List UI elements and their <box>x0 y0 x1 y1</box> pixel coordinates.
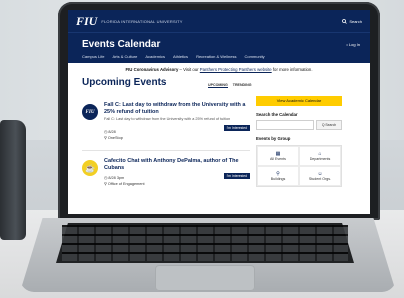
university-name: FLORIDA INTERNATIONAL UNIVERSITY <box>101 18 183 24</box>
top-bar: FIU FLORIDA INTERNATIONAL UNIVERSITY Sea… <box>68 10 370 32</box>
group-heading: Events by Group <box>256 136 291 141</box>
interested-button[interactable]: I'm Interested <box>223 173 250 179</box>
event-title[interactable]: Cafecito Chat with Anthony DePalma, auth… <box>104 158 250 171</box>
calendar-search-input[interactable] <box>256 120 314 130</box>
nav-item-arts-culture[interactable]: Arts & Culture <box>112 54 137 59</box>
page-title: Events Calendar <box>82 39 161 50</box>
event-item[interactable]: ☕ Cafecito Chat with Anthony DePalma, au… <box>82 158 250 198</box>
nav-item-athletics[interactable]: Athletics <box>173 54 188 59</box>
coffee-icon: ☕ <box>82 160 98 176</box>
group-label: All Events <box>270 157 286 161</box>
tab-upcoming[interactable]: UPCOMING <box>208 83 228 88</box>
nav-item-academics[interactable]: Academics <box>145 54 165 59</box>
group-buildings[interactable]: ⚲ Buildings <box>257 166 299 186</box>
lock-icon: • <box>346 42 348 47</box>
nav-item-community[interactable]: Community <box>244 54 264 59</box>
sidebar: View Academic Calendar Search the Calend… <box>256 96 342 187</box>
login-link[interactable]: • Log In <box>346 42 360 47</box>
main-content: Upcoming Events UPCOMING TRENDING <box>68 77 370 88</box>
nav-item-recreation-wellness[interactable]: Recreation & Wellness <box>196 54 236 59</box>
interested-button[interactable]: I'm Interested <box>223 125 250 131</box>
group-all-events[interactable]: ▦ All Events <box>257 146 299 166</box>
event-location-text: Office of Engagement <box>107 182 145 186</box>
event-date-text: 8/28 <box>108 130 116 134</box>
hero-banner: Events Calendar • Log In Campus Life Art… <box>68 32 370 63</box>
event-date: ◷ 8/28 3pm <box>104 175 124 180</box>
event-subtitle: Fall C: Last day to withdraw from the Un… <box>104 117 231 121</box>
search-heading: Search the Calendar <box>256 112 298 117</box>
divider <box>82 150 250 151</box>
event-location: ⚲ Office of Engagement <box>104 181 145 186</box>
advisory-link[interactable]: Panthers Protecting Panthers website <box>200 67 272 72</box>
keyboard-keys <box>62 225 348 261</box>
header-search-label: Search <box>349 18 362 24</box>
trackpad <box>155 265 255 291</box>
fiu-event-icon: FIU <box>82 104 98 120</box>
event-location: ⚲ OneStop <box>104 135 123 140</box>
nav-item-campus-life[interactable]: Campus Life <box>82 54 104 59</box>
header-search[interactable]: Search <box>342 19 362 24</box>
advisory-tail: for more information. <box>271 67 313 72</box>
event-item[interactable]: FIU Fall C: Last day to withdraw from th… <box>82 102 250 152</box>
event-location-text: OneStop <box>107 136 123 140</box>
view-academic-calendar-button[interactable]: View Academic Calendar <box>256 96 342 106</box>
login-label: Log In <box>348 42 360 47</box>
group-label: Departments <box>309 157 331 161</box>
tab-trending[interactable]: TRENDING <box>233 83 252 88</box>
group-label: Buildings <box>270 177 286 181</box>
group-student-orgs[interactable]: ☺ Student Orgs. <box>299 166 341 186</box>
event-title[interactable]: Fall C: Last day to withdraw from the Un… <box>104 102 250 115</box>
search-icon <box>342 18 348 24</box>
fiu-logo[interactable]: FIU <box>76 14 97 29</box>
event-date-text: 8/28 3pm <box>108 176 125 180</box>
coronavirus-advisory: FIU Coronavirus Advisory – Visit our Pan… <box>68 63 370 73</box>
group-departments[interactable]: ⌂ Departments <box>299 146 341 166</box>
advisory-lead: FIU Coronavirus Advisory <box>125 67 179 72</box>
event-tabs: UPCOMING TRENDING <box>208 83 252 88</box>
event-date: ◷ 8/28 <box>104 129 116 134</box>
group-label: Student Orgs. <box>308 177 332 181</box>
laptop-screen: FIU FLORIDA INTERNATIONAL UNIVERSITY Sea… <box>68 10 370 214</box>
advisory-text: – Visit our <box>178 67 200 72</box>
group-grid: ▦ All Events ⌂ Departments ⚲ Buildings ☺… <box>256 145 342 187</box>
category-nav: Campus Life Arts & Culture Academics Ath… <box>82 54 265 59</box>
calendar-search: Q Search <box>256 120 342 130</box>
calendar-search-button[interactable]: Q Search <box>316 120 342 130</box>
mug <box>0 120 26 240</box>
